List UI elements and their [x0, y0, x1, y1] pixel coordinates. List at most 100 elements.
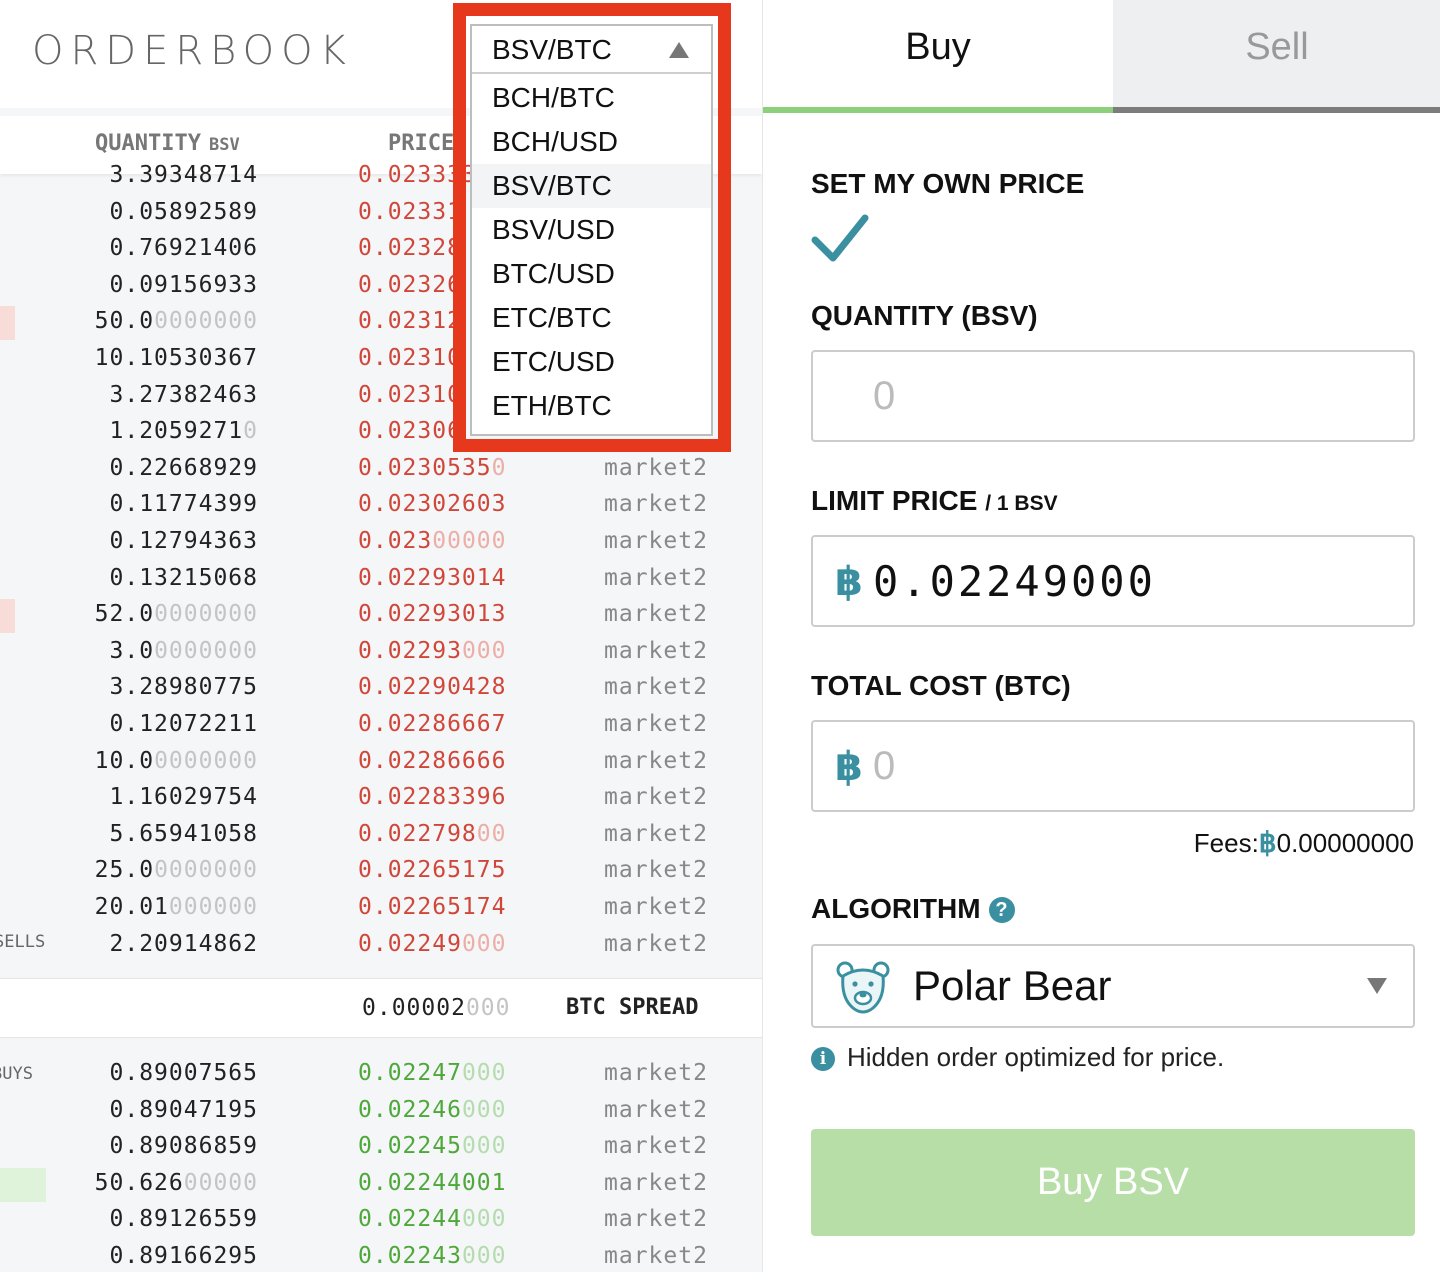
limit-price-unit: / 1 BSV	[985, 492, 1058, 515]
order-quantity: 3.39348714	[110, 162, 258, 188]
checkmark-icon[interactable]	[811, 212, 869, 264]
algorithm-select[interactable]: Polar Bear	[811, 944, 1415, 1028]
quantity-digits: 0.12794363	[109, 528, 258, 554]
sell-order-row[interactable]: 10.00000000 0.02286666 market2	[0, 744, 762, 780]
pair-option[interactable]: BCH/BTC	[472, 76, 711, 120]
tab-sell-label: Sell	[1245, 26, 1309, 68]
order-quantity: 0.89126559	[110, 1206, 258, 1232]
order-quantity: 0.11774399	[110, 491, 258, 517]
pair-option[interactable]: BSV/USD	[472, 208, 711, 252]
algorithm-info: i Hidden order optimized for price.	[811, 1042, 1224, 1073]
sell-order-row[interactable]: 3.00000000 0.02293000 market2	[0, 634, 762, 670]
sell-order-row[interactable]: 0.12072211 0.02286667 market2	[0, 707, 762, 743]
price-digits: 0.02247	[358, 1060, 462, 1086]
quantity-digits: 3.28980775	[109, 674, 258, 701]
price-padding: 0	[491, 454, 507, 481]
price-padding: 000	[461, 1133, 507, 1160]
help-icon[interactable]: ?	[988, 897, 1015, 923]
quantity-digits: 0.89047195	[109, 1096, 258, 1123]
order-market: market2	[604, 1206, 708, 1233]
quantity-header-unit: BSV	[208, 135, 240, 155]
pair-option[interactable]: ETH/BTC	[472, 384, 711, 428]
order-market: market2	[604, 1096, 708, 1123]
quantity-digits: 0.05892589	[109, 198, 258, 225]
order-market: market2	[604, 674, 708, 701]
buy-bsv-button[interactable]: Buy BSV	[811, 1129, 1415, 1236]
quantity-padding: 0000000	[154, 747, 258, 774]
sell-order-row[interactable]: 0.12794363 0.02300000 market2	[0, 524, 762, 560]
order-market: market2	[604, 1060, 708, 1086]
quantity-input[interactable]	[813, 352, 1413, 440]
price-padding: 000	[461, 1243, 507, 1269]
order-market: market2	[604, 564, 708, 591]
quantity-digits: 10.10530367	[94, 345, 258, 371]
order-price: 0.02293013	[358, 601, 506, 627]
buy-order-row[interactable]: 0.89126559 0.02244000 market2	[0, 1202, 762, 1238]
buys-side-label: BUYS	[0, 1064, 33, 1084]
quantity-padding: 0000000	[154, 857, 258, 884]
sell-order-row[interactable]: 1.16029754 0.02283396 market2	[0, 780, 762, 816]
quantity-digits: 0.13215068	[109, 564, 258, 591]
quantity-digits: 0.89007565	[109, 1060, 258, 1086]
limit-price-label: LIMIT PRICE / 1 BSV	[811, 485, 1058, 516]
sell-order-row[interactable]: 3.28980775 0.02290428 market2	[0, 670, 762, 706]
sell-order-row[interactable]: 0.22668929 0.02305350 market2	[0, 451, 762, 487]
order-quantity: 1.16029754	[110, 784, 258, 810]
pair-select-current[interactable]: BSV/BTC	[472, 26, 711, 74]
order-market: market2	[604, 491, 708, 518]
order-market: market2	[604, 637, 708, 664]
pair-option[interactable]: BCH/USD	[472, 120, 711, 164]
order-quantity: 0.76921406	[110, 235, 258, 261]
price-digits: 0.02249	[358, 930, 462, 957]
order-market: market2	[604, 528, 708, 554]
tab-sell[interactable]: Sell	[1113, 0, 1440, 113]
order-price: 0.02310	[358, 382, 462, 408]
quantity-digits: 52.0	[94, 601, 155, 628]
quantity-column-header: QUANTITY BSV	[95, 131, 240, 156]
order-market: market2	[604, 601, 708, 628]
buy-order-row[interactable]: 50.62600000 0.02244001 market2	[0, 1166, 762, 1202]
order-price: 0.02283396	[358, 784, 506, 810]
pair-option[interactable]: ETC/BTC	[472, 296, 711, 340]
order-quantity: 0.05892589	[110, 199, 258, 225]
quantity-header-label: QUANTITY	[95, 131, 201, 156]
price-digits: 0.02286666	[358, 747, 507, 774]
total-cost-label: TOTAL COST (BTC)	[811, 670, 1071, 701]
price-digits: 0.02290428	[358, 674, 507, 701]
algorithm-info-text: Hidden order optimized for price.	[847, 1042, 1225, 1072]
sell-order-row[interactable]: 0.11774399 0.02302603 market2	[0, 487, 762, 523]
quantity-digits: 2.20914862	[109, 930, 258, 957]
order-market: market2	[604, 711, 708, 737]
pair-option[interactable]: BSV/BTC	[472, 164, 711, 208]
order-price: 0.02247000	[358, 1060, 506, 1086]
order-price: 0.02243000	[358, 1243, 506, 1269]
buy-order-row[interactable]: 0.89007565 0.02247000 market2	[0, 1056, 762, 1092]
buy-order-row[interactable]: 0.89047195 0.02246000 market2	[0, 1093, 762, 1129]
order-market: market2	[604, 1169, 708, 1196]
pair-option[interactable]: BTC/USD	[472, 252, 711, 296]
buy-order-row[interactable]: 0.89086859 0.02245000 market2	[0, 1129, 762, 1165]
total-cost-input[interactable]	[813, 722, 1413, 810]
order-quantity: 0.89007565	[110, 1060, 258, 1086]
price-digits: 0.02306	[358, 418, 462, 445]
sell-order-row[interactable]: 52.00000000 0.02293013 market2	[0, 597, 762, 634]
order-market: market2	[604, 930, 708, 957]
price-padding: 00	[476, 820, 507, 847]
sell-order-row[interactable]: 5.65941058 0.02279800 market2	[0, 817, 762, 853]
price-digits: 0.02293013	[358, 601, 507, 628]
order-quantity: 0.12072211	[110, 711, 258, 737]
order-price: 0.02286666	[358, 748, 506, 774]
sell-order-row[interactable]: 25.00000000 0.02265175 market2	[0, 853, 762, 889]
pair-select-dropdown[interactable]: BSV/BTC BCH/BTC BCH/USD BSV/BTC BSV/USD BTC/…	[470, 24, 713, 436]
order-price: 0.02265175	[358, 857, 506, 883]
spread-label: BTC SPREAD	[566, 995, 699, 1020]
limit-price-input[interactable]	[813, 537, 1413, 625]
order-market: market2	[604, 1243, 708, 1269]
price-digits: 0.02310	[358, 345, 462, 371]
sell-order-row[interactable]: 2.20914862 0.02249000 market2	[0, 927, 762, 963]
buy-order-row[interactable]: 0.89166295 0.02243000 market2	[0, 1239, 762, 1272]
pair-option[interactable]: ETC/USD	[472, 340, 711, 384]
sell-order-row[interactable]: 20.01000000 0.02265174 market2	[0, 890, 762, 926]
sell-order-row[interactable]: 0.13215068 0.02293014 market2	[0, 561, 762, 597]
tab-buy[interactable]: Buy	[763, 0, 1113, 113]
